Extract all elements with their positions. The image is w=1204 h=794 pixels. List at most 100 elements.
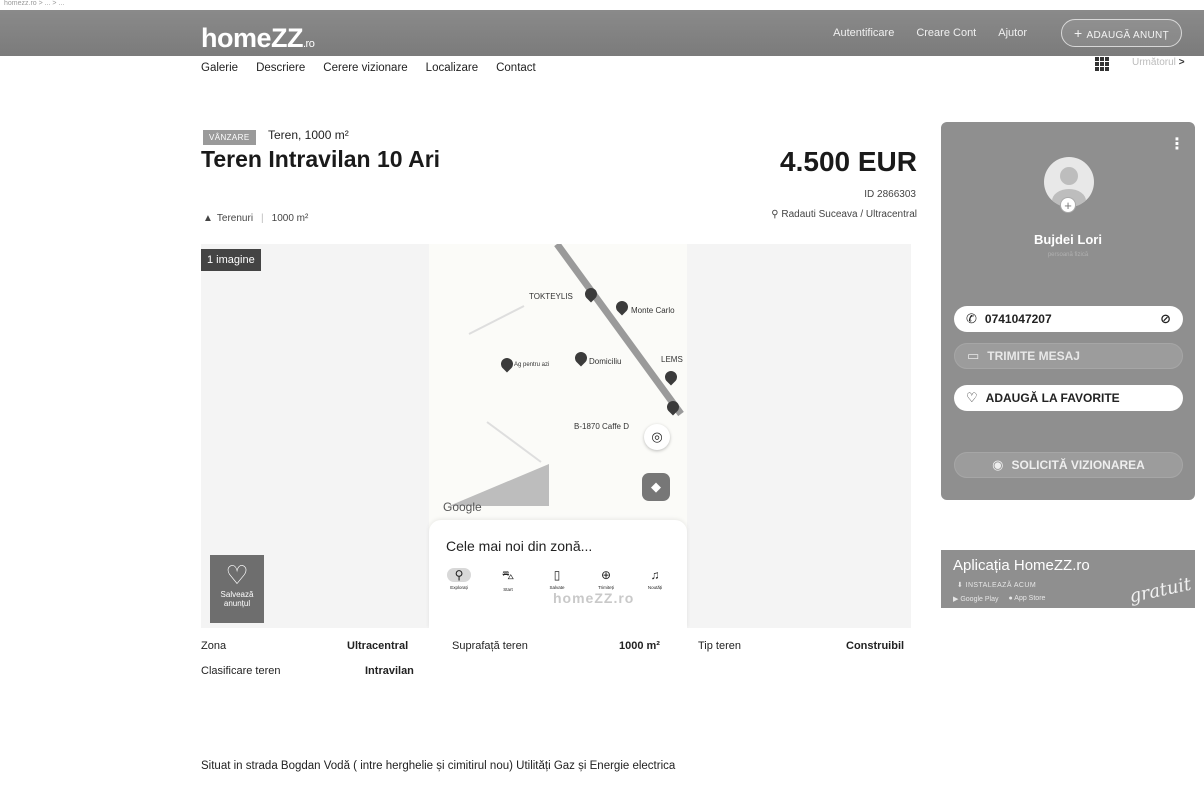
locate-icon: ◎ xyxy=(644,424,670,450)
verified-icon: ⊘ xyxy=(1160,311,1171,326)
map-label-monte-carlo: Monte Carlo xyxy=(631,306,675,315)
property-type: Teren, 1000 m² xyxy=(268,128,349,142)
more-options-icon[interactable]: ⋮ xyxy=(1169,134,1185,154)
nav-explore-label: Explorați xyxy=(450,585,468,590)
bell-icon: ♫ xyxy=(650,568,660,582)
nav-contribute: ⊕ Trimiteți xyxy=(584,568,628,592)
section-tabs: Galerie Descriere Cerere vizionare Local… xyxy=(201,62,536,74)
top-header: homeZZ.ro Autentificare Creare Cont Ajut… xyxy=(0,10,1204,56)
detail-value-text: Construibil xyxy=(846,640,905,652)
nav-updates: ♫ Noutăți xyxy=(633,568,677,592)
location-text: Radauti Suceava / Ultracentral xyxy=(781,209,917,220)
agent-subtitle: persoană fizică xyxy=(1047,252,1089,258)
add-favorite-label: ADAUGĂ LA FAVORITE xyxy=(985,391,1120,405)
nav-start-label: Start xyxy=(503,587,513,592)
detail-value-text: 1000 m² xyxy=(619,640,660,652)
map-label-ag: Ag pentru azi xyxy=(514,362,550,368)
heart-icon: ♡ xyxy=(966,390,978,405)
login-link[interactable]: Autentificare xyxy=(833,27,894,39)
chevron-right-icon: > xyxy=(1178,57,1185,68)
app-store-link[interactable]: ● App Store xyxy=(1008,595,1045,603)
detail-value: 1000 m² xyxy=(619,640,660,652)
directions-icon: ◆ xyxy=(642,473,670,501)
listing-title: Teren Intravilan 10 Ari xyxy=(201,146,441,172)
sale-badge: VÂNZARE xyxy=(203,130,256,145)
map-label-tokteylis: TOKTEYLIS xyxy=(529,292,573,301)
create-account-link[interactable]: Creare Cont xyxy=(916,27,976,39)
detail-label: Clasificare teren xyxy=(201,665,281,677)
divider: | xyxy=(261,213,264,224)
heart-icon: ♡ xyxy=(225,560,249,590)
map-pin-icon: ⚲ xyxy=(771,209,779,220)
tab-description[interactable]: Descriere xyxy=(256,62,305,74)
next-listing-link[interactable]: Următorul > xyxy=(1132,57,1185,68)
message-icon: ▭ xyxy=(967,348,980,363)
phone-icon: ✆ xyxy=(966,311,977,326)
install-now-label: INSTALEAZĂ ACUM xyxy=(965,582,1037,589)
request-visit-button[interactable]: ◉ SOLICITĂ VIZIONAREA xyxy=(954,452,1183,478)
add-listing-button[interactable]: + ADAUGĂ ANUNȚ xyxy=(1061,19,1182,47)
tab-visit-request[interactable]: Cerere vizionare xyxy=(323,62,407,74)
add-listing-label: ADAUGĂ ANUNȚ xyxy=(1086,30,1169,41)
save-listing-label: Salvează anunțul xyxy=(220,590,254,608)
sheet-title: Cele mai noi din zonă... xyxy=(446,538,593,554)
detail-label: Tip teren xyxy=(698,640,742,652)
phone-button[interactable]: ✆ 0741047207 ⊘ xyxy=(954,306,1183,332)
download-icon: ⬇ xyxy=(957,582,964,589)
logo-text: homeZZ xyxy=(201,23,304,53)
car-icon: ⛍ xyxy=(501,568,515,582)
feature-type: Terenuri xyxy=(216,213,254,224)
install-now-link[interactable]: ⬇ INSTALEAZĂ ACUM xyxy=(957,581,1036,589)
tab-location[interactable]: Localizare xyxy=(426,62,478,74)
next-listing-label: Următorul xyxy=(1132,57,1176,68)
google-play-link[interactable]: ▶ Google Play xyxy=(953,595,998,603)
tab-contact[interactable]: Contact xyxy=(496,62,536,74)
app-store-label: App Store xyxy=(1014,595,1046,602)
explore-pin-icon: ⚲ xyxy=(446,568,472,582)
listing-price: 4.500 EUR xyxy=(780,146,917,177)
detail-label: Suprafață teren xyxy=(452,640,528,652)
avatar-plus-icon: + xyxy=(1060,197,1076,213)
homezz-watermark: homeZZ.ro xyxy=(553,590,635,606)
map-nav-bar: ⚲ Explorați ⛍ Start ▯ Salvate ⊕ Trimiteți ♫ N… xyxy=(437,568,677,592)
grid-menu-icon[interactable] xyxy=(1095,57,1109,71)
nav-saved: ▯ Salvate xyxy=(535,568,579,592)
map-label-caffe: B-1870 Caffe D xyxy=(574,422,629,431)
map-bottom-sheet: Cele mai noi din zonă... ⚲ Explorați ⛍ Sta… xyxy=(429,520,687,628)
detail-value-text: Ultracentral xyxy=(347,640,409,652)
listing-location[interactable]: ⚲ Radauti Suceava / Ultracentral xyxy=(771,209,917,220)
detail-value-text: Intravilan xyxy=(365,665,414,677)
detail-value: Intravilan xyxy=(365,665,414,677)
play-icon: ▶ xyxy=(953,596,959,603)
site-logo[interactable]: homeZZ.ro xyxy=(201,23,315,54)
google-play-label: Google Play xyxy=(960,596,999,603)
store-links: ▶ Google Play ● App Store xyxy=(953,595,1045,603)
detail-value: Construibil xyxy=(846,640,904,652)
plus-icon: + xyxy=(1074,25,1083,41)
free-label: gratuit xyxy=(1127,573,1194,608)
map-label-domiciliu: Domiciliu xyxy=(589,357,622,366)
request-visit-label: SOLICITĂ VIZIONAREA xyxy=(1011,458,1145,472)
phone-number: 0741047207 xyxy=(984,312,1052,326)
nav-explore: ⚲ Explorați xyxy=(437,568,481,592)
photo-gallery[interactable]: 1 imagine TOKTEYLIS Monte Carlo Domicili… xyxy=(201,244,911,628)
help-link[interactable]: Ajutor xyxy=(998,27,1027,39)
bookmark-icon: ▯ xyxy=(553,568,561,582)
send-message-label: TRIMITE MESAJ xyxy=(987,349,1080,363)
account-nav: Autentificare Creare Cont Ajutor + ADAUGĂ… xyxy=(833,10,1204,56)
breadcrumb: homezz.ro > ... > ... xyxy=(4,0,65,7)
listing-id: ID 2866303 xyxy=(864,189,916,200)
google-watermark: Google xyxy=(443,500,482,514)
feature-summary: ▲ Terenuri | 1000 m² xyxy=(203,213,308,224)
save-listing-button[interactable]: ♡ Salvează anunțul xyxy=(210,555,264,623)
add-favorite-button[interactable]: ♡ ADAUGĂ LA FAVORITE xyxy=(954,385,1183,411)
detail-value: Ultracentral xyxy=(347,640,408,652)
send-message-button[interactable]: ▭ TRIMITE MESAJ xyxy=(954,343,1183,369)
add-circle-icon: ⊕ xyxy=(600,568,612,582)
listing-description: Situat in strada Bogdan Vodă ( intre her… xyxy=(201,760,676,772)
tab-gallery[interactable]: Galerie xyxy=(201,62,238,74)
agent-card: ⋮ + Bujdei Lori persoană fizică ✆ 074104… xyxy=(941,122,1195,500)
app-download-banner[interactable]: Aplicația HomeZZ.ro ⬇ INSTALEAZĂ ACUM ▶ … xyxy=(941,550,1195,608)
eye-icon: ◉ xyxy=(992,457,1004,472)
nav-updates-label: Noutăți xyxy=(647,585,663,590)
